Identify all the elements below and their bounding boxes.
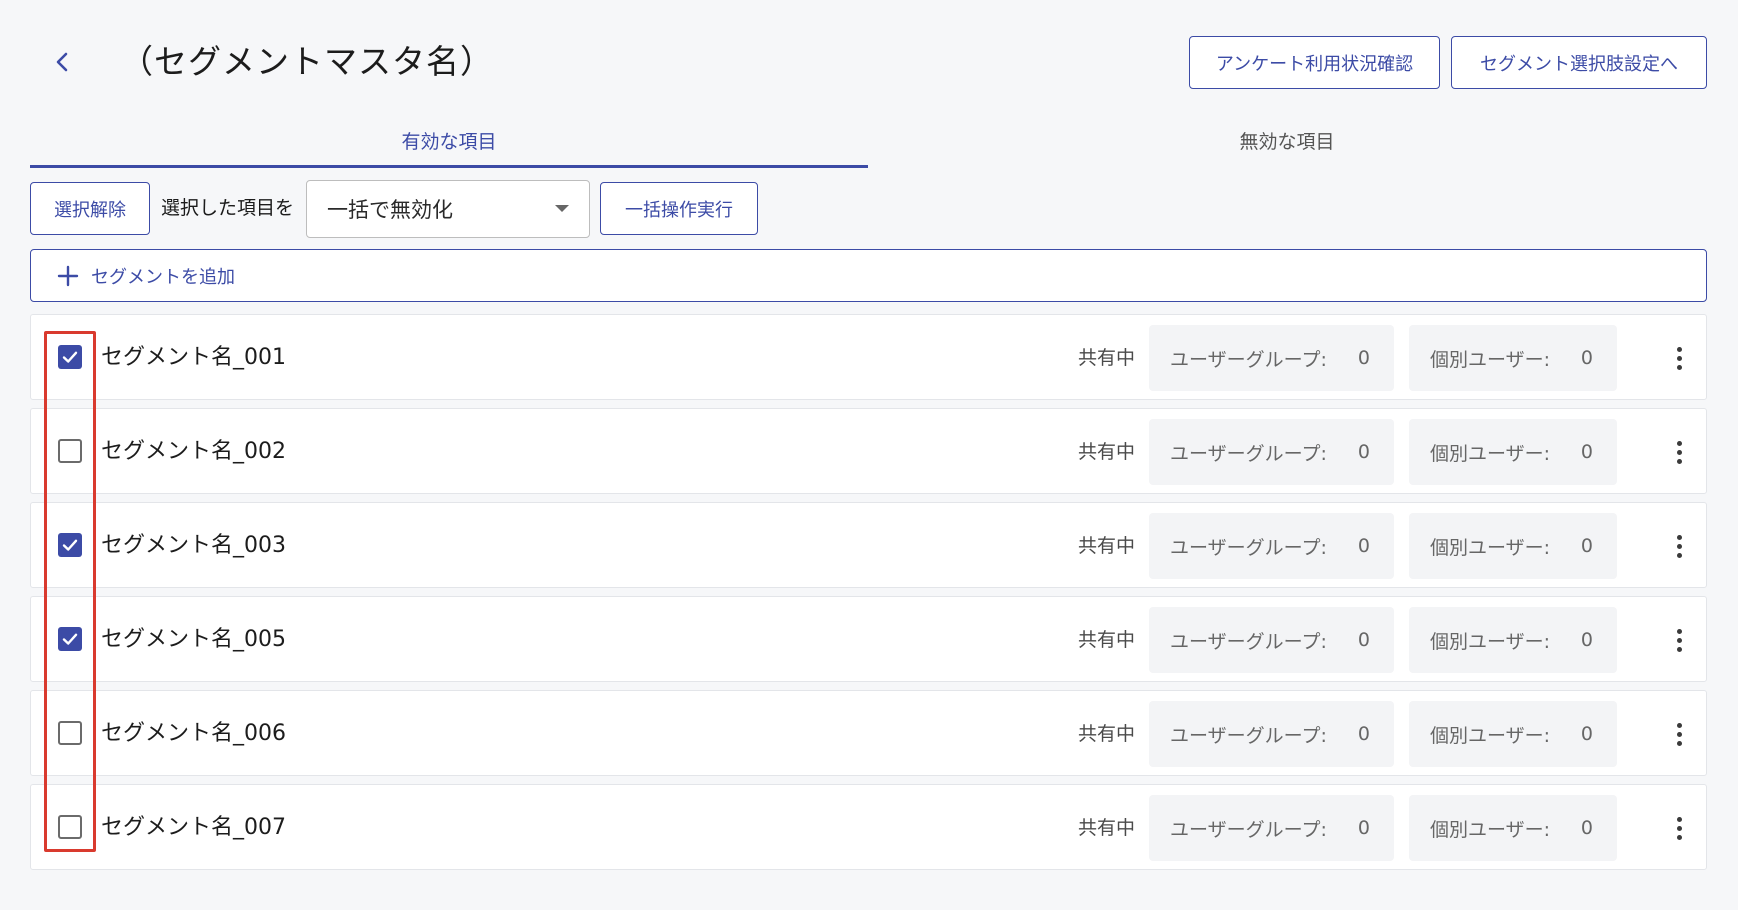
more-vert-icon[interactable] — [1663, 530, 1695, 562]
user-group-label: ユーザーグループ: — [1170, 442, 1327, 465]
segment-row: セグメント名_005 共有中 ユーザーグループ: 0 個別ユーザー: 0 — [30, 596, 1707, 682]
user-group-count: 0 — [1357, 817, 1370, 839]
bulk-action-value: 一括で無効化 — [327, 198, 453, 222]
individual-user-chip: 個別ユーザー: 0 — [1409, 419, 1617, 485]
segment-checkbox[interactable] — [58, 439, 82, 463]
user-group-chip: ユーザーグループ: 0 — [1149, 701, 1394, 767]
individual-user-count: 0 — [1580, 629, 1593, 651]
user-group-chip: ユーザーグループ: 0 — [1149, 607, 1394, 673]
caret-down-icon — [555, 205, 569, 212]
segment-row: セグメント名_001 共有中 ユーザーグループ: 0 個別ユーザー: 0 — [30, 314, 1707, 400]
bulk-action-select[interactable]: 一括で無効化 — [306, 180, 590, 238]
tab-indicator — [30, 165, 868, 168]
segment-checkbox[interactable] — [58, 721, 82, 745]
individual-user-count: 0 — [1580, 347, 1593, 369]
user-group-label: ユーザーグループ: — [1170, 348, 1327, 371]
individual-user-label: 個別ユーザー: — [1430, 630, 1551, 653]
checkmark-icon — [62, 633, 78, 645]
more-vert-icon[interactable] — [1663, 624, 1695, 656]
deselect-button[interactable]: 選択解除 — [30, 182, 150, 235]
user-group-chip: ユーザーグループ: 0 — [1149, 513, 1394, 579]
user-group-label: ユーザーグループ: — [1170, 536, 1327, 559]
share-status: 共有中 — [1078, 723, 1136, 745]
bulk-execute-button[interactable]: 一括操作実行 — [600, 182, 758, 235]
segment-checkbox[interactable] — [58, 815, 82, 839]
page-title: （セグメントマスタ名） — [120, 42, 494, 81]
segment-name: セグメント名_007 — [101, 815, 286, 840]
segment-row: セグメント名_002 共有中 ユーザーグループ: 0 個別ユーザー: 0 — [30, 408, 1707, 494]
user-group-label: ユーザーグループ: — [1170, 724, 1327, 747]
share-status: 共有中 — [1078, 629, 1136, 651]
individual-user-label: 個別ユーザー: — [1430, 724, 1551, 747]
add-segment-label: セグメントを追加 — [91, 266, 235, 288]
user-group-count: 0 — [1357, 629, 1370, 651]
user-group-count: 0 — [1357, 347, 1370, 369]
individual-user-chip: 個別ユーザー: 0 — [1409, 795, 1617, 861]
segment-name: セグメント名_003 — [101, 533, 286, 558]
user-group-chip: ユーザーグループ: 0 — [1149, 325, 1394, 391]
plus-icon — [57, 265, 79, 286]
individual-user-chip: 個別ユーザー: 0 — [1409, 607, 1617, 673]
user-group-chip: ユーザーグループ: 0 — [1149, 795, 1394, 861]
more-vert-icon[interactable] — [1663, 718, 1695, 750]
share-status: 共有中 — [1078, 817, 1136, 839]
more-vert-icon[interactable] — [1663, 812, 1695, 844]
individual-user-label: 個別ユーザー: — [1430, 442, 1551, 465]
tab-inactive-items[interactable]: 無効な項目 — [868, 112, 1706, 168]
individual-user-chip: 個別ユーザー: 0 — [1409, 325, 1617, 391]
segment-name: セグメント名_002 — [101, 439, 286, 464]
segment-checkbox[interactable] — [58, 627, 82, 651]
back-button[interactable] — [42, 42, 82, 82]
segment-name: セグメント名_001 — [101, 345, 286, 370]
individual-user-count: 0 — [1580, 723, 1593, 745]
share-status: 共有中 — [1078, 347, 1136, 369]
segment-name: セグメント名_005 — [101, 627, 286, 652]
selected-items-label: 選択した項目を — [161, 197, 295, 219]
individual-user-chip: 個別ユーザー: 0 — [1409, 513, 1617, 579]
individual-user-label: 個別ユーザー: — [1430, 818, 1551, 841]
segment-name: セグメント名_006 — [101, 721, 286, 746]
checkmark-icon — [62, 539, 78, 551]
more-vert-icon[interactable] — [1663, 436, 1695, 468]
segment-options-button[interactable]: セグメント選択肢設定へ — [1451, 36, 1707, 89]
user-group-count: 0 — [1357, 535, 1370, 557]
user-group-count: 0 — [1357, 441, 1370, 463]
user-group-chip: ユーザーグループ: 0 — [1149, 419, 1394, 485]
segment-row: セグメント名_003 共有中 ユーザーグループ: 0 個別ユーザー: 0 — [30, 502, 1707, 588]
user-group-label: ユーザーグループ: — [1170, 818, 1327, 841]
segment-row: セグメント名_006 共有中 ユーザーグループ: 0 個別ユーザー: 0 — [30, 690, 1707, 776]
segment-row: セグメント名_007 共有中 ユーザーグループ: 0 個別ユーザー: 0 — [30, 784, 1707, 870]
share-status: 共有中 — [1078, 441, 1136, 463]
share-status: 共有中 — [1078, 535, 1136, 557]
chevron-left-icon — [56, 52, 68, 72]
more-vert-icon[interactable] — [1663, 342, 1695, 374]
tab-active-items[interactable]: 有効な項目 — [30, 112, 868, 168]
user-group-count: 0 — [1357, 723, 1370, 745]
segment-checkbox[interactable] — [58, 345, 82, 369]
individual-user-label: 個別ユーザー: — [1430, 536, 1551, 559]
individual-user-count: 0 — [1580, 441, 1593, 463]
survey-usage-button[interactable]: アンケート利用状況確認 — [1189, 36, 1440, 89]
checkmark-icon — [62, 351, 78, 363]
individual-user-chip: 個別ユーザー: 0 — [1409, 701, 1617, 767]
add-segment-button[interactable]: セグメントを追加 — [30, 249, 1707, 302]
individual-user-count: 0 — [1580, 817, 1593, 839]
user-group-label: ユーザーグループ: — [1170, 630, 1327, 653]
individual-user-label: 個別ユーザー: — [1430, 348, 1551, 371]
segment-checkbox[interactable] — [58, 533, 82, 557]
individual-user-count: 0 — [1580, 535, 1593, 557]
